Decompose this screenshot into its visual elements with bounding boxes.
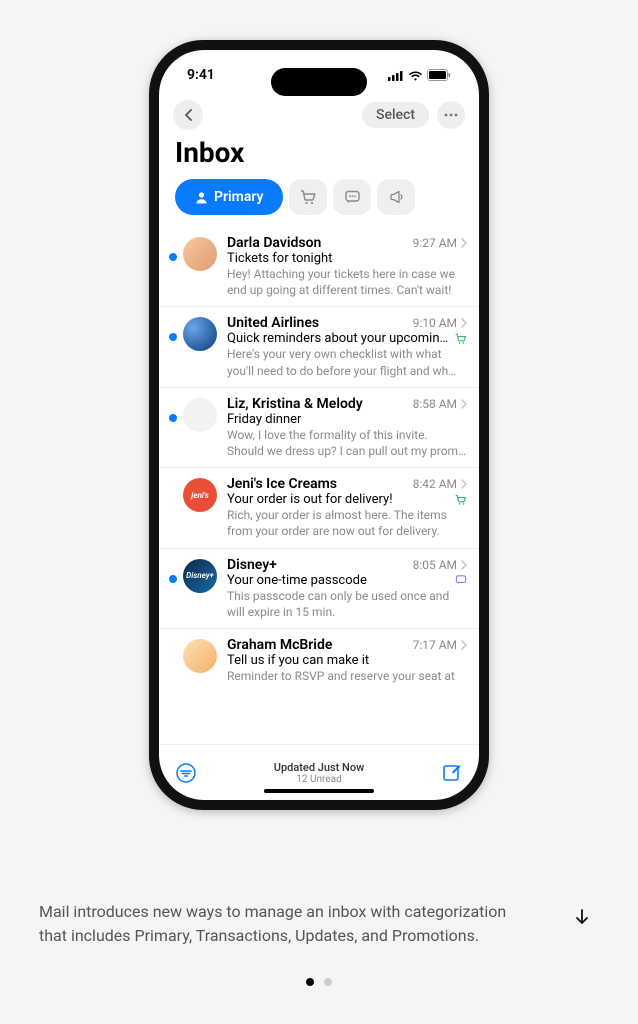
page-title: Inbox [159, 136, 479, 179]
phone-screen: 9:41 Select [159, 50, 479, 800]
tab-updates[interactable] [333, 179, 371, 215]
subject: Your one-time passcode [227, 573, 367, 588]
email-list[interactable]: Darla Davidson 9:27 AM Tickets for tonight… [159, 227, 479, 744]
time: 8:42 AM [413, 477, 457, 491]
chat-icon [455, 574, 467, 586]
unread-dot [169, 575, 177, 583]
sender: United Airlines [227, 315, 319, 331]
status-time: 9:41 [187, 67, 215, 83]
sender: Liz, Kristina & Melody [227, 396, 363, 412]
chevron-right-icon [461, 318, 467, 328]
dynamic-island [271, 68, 367, 96]
signal-icon [388, 70, 404, 81]
caption-text: Mail introduces new ways to manage an in… [39, 900, 519, 948]
time: 9:27 AM [413, 236, 457, 250]
tab-transactions[interactable] [289, 179, 327, 215]
avatar [183, 398, 217, 432]
chevron-right-icon [461, 238, 467, 248]
preview: Hey! Attaching your tickets here in case… [227, 266, 467, 298]
updated-label: Updated Just Now [274, 761, 365, 774]
category-tabs: Primary [159, 179, 479, 227]
cart-icon [300, 189, 317, 206]
sender: Jeni's Ice Creams [227, 476, 337, 492]
preview: Reminder to RSVP and reserve your seat a… [227, 668, 467, 684]
email-row[interactable]: Disney+ Disney+ 8:05 AM Your one-time passc… [159, 549, 479, 629]
tab-primary[interactable]: Primary [175, 179, 283, 215]
avatar [183, 639, 217, 673]
battery-icon [427, 69, 451, 81]
subject: Tickets for tonight [227, 251, 332, 266]
sender: Disney+ [227, 557, 277, 573]
time: 8:58 AM [413, 397, 457, 411]
unread-count: 12 Unread [274, 774, 365, 785]
back-button[interactable] [173, 100, 203, 130]
email-row[interactable]: jeni's Jeni's Ice Creams 8:42 AM Your order… [159, 468, 479, 548]
preview: This passcode can only be used once and … [227, 588, 467, 620]
subject: Friday dinner [227, 412, 301, 427]
email-row[interactable]: Darla Davidson 9:27 AM Tickets for tonight… [159, 227, 479, 307]
nav-row: Select [159, 100, 479, 136]
preview: Wow, I love the formality of this invite… [227, 427, 467, 459]
bottom-bar: Updated Just Now 12 Unread [159, 744, 479, 800]
chat-icon [344, 189, 361, 206]
caption-row: Mail introduces new ways to manage an in… [39, 900, 599, 948]
avatar [183, 317, 217, 351]
pagination-dots [306, 978, 332, 986]
subject: Tell us if you can make it [227, 653, 369, 668]
sender: Darla Davidson [227, 235, 321, 251]
home-indicator[interactable] [264, 789, 374, 793]
time: 7:17 AM [413, 638, 457, 652]
chevron-right-icon [461, 560, 467, 570]
wifi-icon [408, 70, 423, 81]
person-icon [195, 191, 208, 204]
email-row[interactable]: Liz, Kristina & Melody 8:58 AM Friday dinn… [159, 388, 479, 468]
subject: Quick reminders about your upcoming… [227, 331, 449, 346]
more-button[interactable] [437, 101, 465, 129]
tab-primary-label: Primary [214, 189, 263, 205]
preview: Here's your very own checklist with what… [227, 346, 467, 378]
email-row[interactable]: Graham McBride 7:17 AM Tell us if you can … [159, 629, 479, 692]
page-dot-2[interactable] [324, 978, 332, 986]
chevron-right-icon [461, 479, 467, 489]
compose-button[interactable] [441, 762, 463, 784]
avatar [183, 237, 217, 271]
avatar: Disney+ [183, 559, 217, 593]
page-dot-1[interactable] [306, 978, 314, 986]
time: 9:10 AM [413, 316, 457, 330]
chevron-right-icon [461, 399, 467, 409]
unread-dot [169, 333, 177, 341]
megaphone-icon [388, 189, 405, 206]
chevron-right-icon [461, 640, 467, 650]
phone-frame: 9:41 Select [149, 40, 489, 810]
select-button[interactable]: Select [362, 102, 429, 128]
preview: Rich, your order is almost here. The ite… [227, 507, 467, 539]
cart-icon [455, 494, 467, 506]
email-row[interactable]: United Airlines 9:10 AMQuick reminders ab… [159, 307, 479, 387]
filter-button[interactable] [175, 762, 197, 784]
unread-dot [169, 253, 177, 261]
subject: Your order is out for delivery! [227, 492, 393, 507]
scroll-down-button[interactable] [565, 900, 599, 934]
time: 8:05 AM [413, 558, 457, 572]
avatar: jeni's [183, 478, 217, 512]
tab-promotions[interactable] [377, 179, 415, 215]
unread-dot [169, 414, 177, 422]
cart-icon [455, 333, 467, 345]
sender: Graham McBride [227, 637, 332, 653]
